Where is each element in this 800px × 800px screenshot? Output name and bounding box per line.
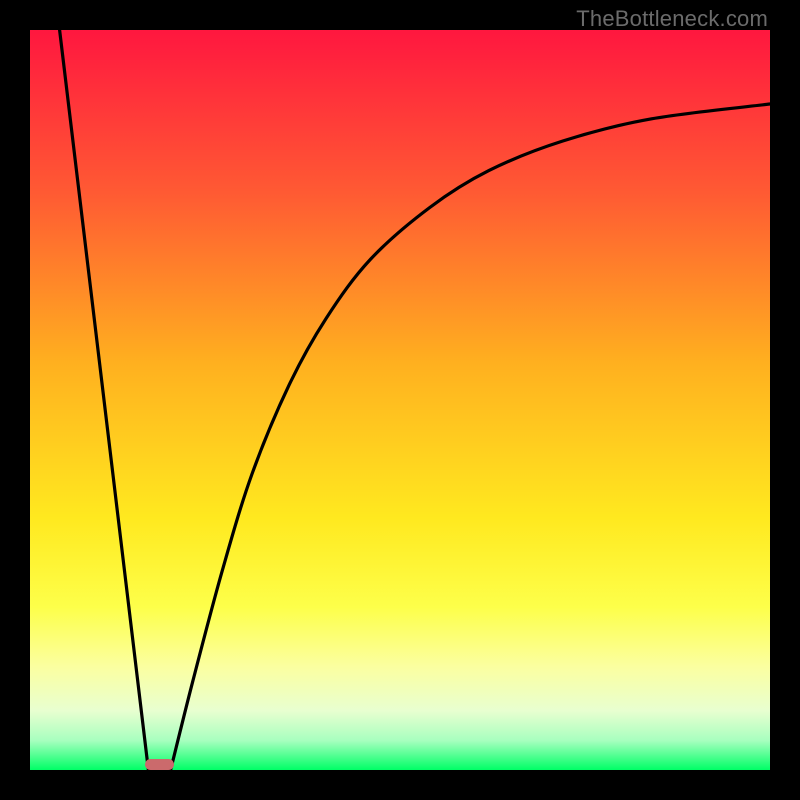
optimum-marker <box>145 759 173 770</box>
data-curve <box>30 30 770 770</box>
watermark-text: TheBottleneck.com <box>576 6 768 32</box>
plot-area <box>30 30 770 770</box>
chart-frame: TheBottleneck.com <box>0 0 800 800</box>
